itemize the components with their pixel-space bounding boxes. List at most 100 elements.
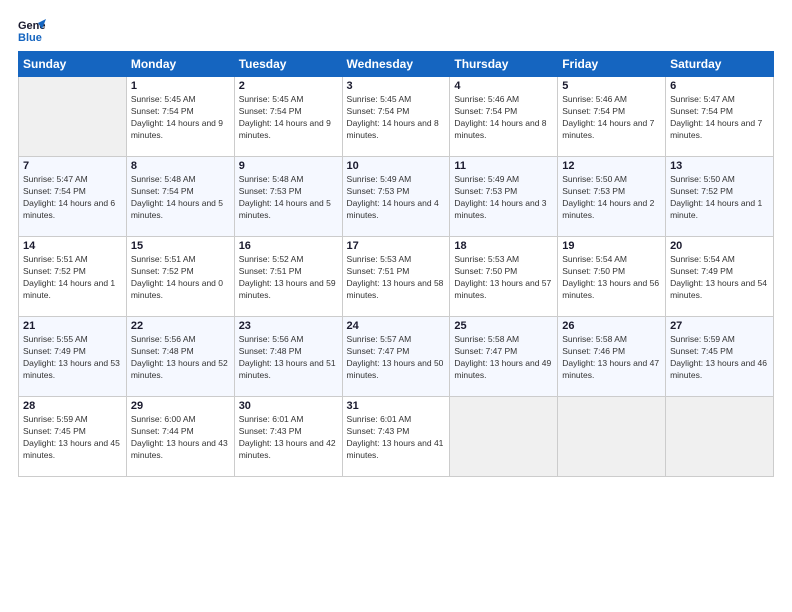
calendar-cell: 8Sunrise: 5:48 AMSunset: 7:54 PMDaylight… <box>126 157 234 237</box>
calendar-cell: 9 Sunrise: 5:48 AMSunset: 7:53 PMDaylight… <box>234 157 342 237</box>
day-info: Sunrise: 5:58 AMSunset: 7:46 PMDaylight:… <box>562 334 661 382</box>
day-info: Sunrise: 5:59 AMSunset: 7:45 PMDaylight:… <box>670 334 769 382</box>
day-info: Sunrise: 5:56 AMSunset: 7:48 PMDaylight:… <box>131 334 230 382</box>
weekday-header-saturday: Saturday <box>666 52 774 77</box>
calendar-cell: 2 Sunrise: 5:45 AMSunset: 7:54 PMDaylight… <box>234 77 342 157</box>
calendar-cell <box>450 397 558 477</box>
day-number: 10 <box>347 160 446 172</box>
day-number: 23 <box>239 320 338 332</box>
calendar-cell: 16Sunrise: 5:52 AMSunset: 7:51 PMDayligh… <box>234 237 342 317</box>
day-number: 16 <box>239 240 338 252</box>
day-info: Sunrise: 5:55 AMSunset: 7:49 PMDaylight:… <box>23 334 122 382</box>
day-number: 9 <box>239 160 338 172</box>
calendar-cell: 26 Sunrise: 5:58 AMSunset: 7:46 PMDayligh… <box>558 317 666 397</box>
day-info: Sunrise: 5:48 AMSunset: 7:53 PMDaylight:… <box>239 174 338 222</box>
day-number: 29 <box>131 400 230 412</box>
weekday-header-thursday: Thursday <box>450 52 558 77</box>
day-number: 5 <box>562 80 661 92</box>
calendar-cell <box>558 397 666 477</box>
day-number: 21 <box>23 320 122 332</box>
day-info: Sunrise: 5:59 AMSunset: 7:45 PMDaylight:… <box>23 414 122 462</box>
day-info: Sunrise: 5:54 AMSunset: 7:49 PMDaylight:… <box>670 254 769 302</box>
day-info: Sunrise: 5:45 AMSunset: 7:54 PMDaylight:… <box>239 94 338 142</box>
day-info: Sunrise: 5:45 AMSunset: 7:54 PMDaylight:… <box>347 94 446 142</box>
calendar-cell: 18 Sunrise: 5:53 AMSunset: 7:50 PMDayligh… <box>450 237 558 317</box>
day-number: 22 <box>131 320 230 332</box>
day-number: 11 <box>454 160 553 172</box>
calendar-cell: 6 Sunrise: 5:47 AMSunset: 7:54 PMDaylight… <box>666 77 774 157</box>
calendar-cell: 27 Sunrise: 5:59 AMSunset: 7:45 PMDayligh… <box>666 317 774 397</box>
day-number: 18 <box>454 240 553 252</box>
calendar-cell: 7Sunrise: 5:47 AMSunset: 7:54 PMDaylight… <box>19 157 127 237</box>
day-number: 2 <box>239 80 338 92</box>
weekday-header-row: SundayMondayTuesdayWednesdayThursdayFrid… <box>19 52 774 77</box>
day-number: 14 <box>23 240 122 252</box>
day-number: 17 <box>347 240 446 252</box>
weekday-header-wednesday: Wednesday <box>342 52 450 77</box>
day-number: 27 <box>670 320 769 332</box>
day-number: 31 <box>347 400 446 412</box>
calendar-cell: 20 Sunrise: 5:54 AMSunset: 7:49 PMDayligh… <box>666 237 774 317</box>
day-info: Sunrise: 6:01 AMSunset: 7:43 PMDaylight:… <box>347 414 446 462</box>
calendar-cell: 29 Sunrise: 6:00 AMSunset: 7:44 PMDayligh… <box>126 397 234 477</box>
calendar-table: SundayMondayTuesdayWednesdayThursdayFrid… <box>18 51 774 477</box>
calendar-page: General Blue SundayMondayTuesdayWednesda… <box>0 0 792 612</box>
day-number: 19 <box>562 240 661 252</box>
day-number: 7 <box>23 160 122 172</box>
calendar-cell: 22 Sunrise: 5:56 AMSunset: 7:48 PMDayligh… <box>126 317 234 397</box>
day-info: Sunrise: 5:54 AMSunset: 7:50 PMDaylight:… <box>562 254 661 302</box>
calendar-cell: 5 Sunrise: 5:46 AMSunset: 7:54 PMDaylight… <box>558 77 666 157</box>
day-number: 4 <box>454 80 553 92</box>
calendar-cell: 19 Sunrise: 5:54 AMSunset: 7:50 PMDayligh… <box>558 237 666 317</box>
week-row-4: 21 Sunrise: 5:55 AMSunset: 7:49 PMDayligh… <box>19 317 774 397</box>
day-number: 28 <box>23 400 122 412</box>
calendar-cell: 25 Sunrise: 5:58 AMSunset: 7:47 PMDayligh… <box>450 317 558 397</box>
logo: General Blue <box>18 15 50 43</box>
day-info: Sunrise: 5:46 AMSunset: 7:54 PMDaylight:… <box>454 94 553 142</box>
day-number: 20 <box>670 240 769 252</box>
weekday-header-monday: Monday <box>126 52 234 77</box>
day-info: Sunrise: 5:57 AMSunset: 7:47 PMDaylight:… <box>347 334 446 382</box>
calendar-cell: 4 Sunrise: 5:46 AMSunset: 7:54 PMDaylight… <box>450 77 558 157</box>
day-info: Sunrise: 5:50 AMSunset: 7:52 PMDaylight:… <box>670 174 769 222</box>
day-number: 26 <box>562 320 661 332</box>
weekday-header-sunday: Sunday <box>19 52 127 77</box>
day-number: 6 <box>670 80 769 92</box>
calendar-cell: 11Sunrise: 5:49 AMSunset: 7:53 PMDayligh… <box>450 157 558 237</box>
weekday-header-tuesday: Tuesday <box>234 52 342 77</box>
day-info: Sunrise: 5:47 AMSunset: 7:54 PMDaylight:… <box>670 94 769 142</box>
day-number: 15 <box>131 240 230 252</box>
calendar-cell: 31 Sunrise: 6:01 AMSunset: 7:43 PMDayligh… <box>342 397 450 477</box>
day-number: 30 <box>239 400 338 412</box>
day-info: Sunrise: 5:51 AMSunset: 7:52 PMDaylight:… <box>131 254 230 302</box>
calendar-cell: 10Sunrise: 5:49 AMSunset: 7:53 PMDayligh… <box>342 157 450 237</box>
day-number: 3 <box>347 80 446 92</box>
calendar-cell: 1Sunrise: 5:45 AMSunset: 7:54 PMDaylight… <box>126 77 234 157</box>
day-info: Sunrise: 5:53 AMSunset: 7:50 PMDaylight:… <box>454 254 553 302</box>
calendar-cell: 17Sunrise: 5:53 AMSunset: 7:51 PMDayligh… <box>342 237 450 317</box>
day-info: Sunrise: 6:01 AMSunset: 7:43 PMDaylight:… <box>239 414 338 462</box>
header: General Blue <box>18 15 774 43</box>
calendar-cell: 24 Sunrise: 5:57 AMSunset: 7:47 PMDayligh… <box>342 317 450 397</box>
day-info: Sunrise: 6:00 AMSunset: 7:44 PMDaylight:… <box>131 414 230 462</box>
day-number: 24 <box>347 320 446 332</box>
day-number: 25 <box>454 320 553 332</box>
calendar-cell: 13Sunrise: 5:50 AMSunset: 7:52 PMDayligh… <box>666 157 774 237</box>
day-number: 8 <box>131 160 230 172</box>
calendar-cell: 14 Sunrise: 5:51 AMSunset: 7:52 PMDayligh… <box>19 237 127 317</box>
calendar-cell <box>666 397 774 477</box>
day-info: Sunrise: 5:56 AMSunset: 7:48 PMDaylight:… <box>239 334 338 382</box>
week-row-2: 7Sunrise: 5:47 AMSunset: 7:54 PMDaylight… <box>19 157 774 237</box>
day-info: Sunrise: 5:45 AMSunset: 7:54 PMDaylight:… <box>131 94 230 142</box>
week-row-1: 1Sunrise: 5:45 AMSunset: 7:54 PMDaylight… <box>19 77 774 157</box>
logo-icon: General Blue <box>18 15 46 43</box>
day-info: Sunrise: 5:50 AMSunset: 7:53 PMDaylight:… <box>562 174 661 222</box>
calendar-cell: 30 Sunrise: 6:01 AMSunset: 7:43 PMDayligh… <box>234 397 342 477</box>
day-number: 12 <box>562 160 661 172</box>
calendar-cell: 23 Sunrise: 5:56 AMSunset: 7:48 PMDayligh… <box>234 317 342 397</box>
day-info: Sunrise: 5:58 AMSunset: 7:47 PMDaylight:… <box>454 334 553 382</box>
calendar-cell: 21 Sunrise: 5:55 AMSunset: 7:49 PMDayligh… <box>19 317 127 397</box>
day-info: Sunrise: 5:51 AMSunset: 7:52 PMDaylight:… <box>23 254 122 302</box>
week-row-5: 28 Sunrise: 5:59 AMSunset: 7:45 PMDayligh… <box>19 397 774 477</box>
day-info: Sunrise: 5:46 AMSunset: 7:54 PMDaylight:… <box>562 94 661 142</box>
